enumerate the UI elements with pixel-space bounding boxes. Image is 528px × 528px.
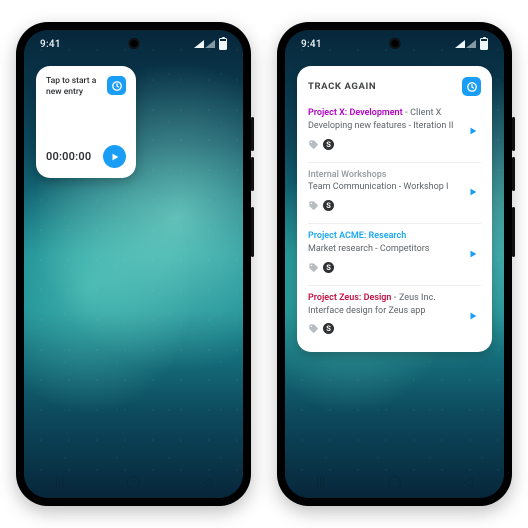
timer-value: 00:00:00 (46, 150, 91, 163)
entry-play-button[interactable] (465, 246, 481, 262)
stage: 9:41 Tap to start a new entry (0, 0, 528, 528)
entry-project: Internal Workshops (308, 170, 386, 180)
status-right (455, 38, 488, 50)
entry-description: Interface design for Zeus app (308, 306, 459, 317)
tag-icon (308, 319, 319, 338)
new-entry-prompt: Tap to start a new entry (46, 76, 107, 97)
app-logo-icon (462, 77, 481, 96)
side-button (512, 157, 515, 191)
entry-badges: S (308, 319, 459, 338)
time-entry[interactable]: Project ACME: Research Market research - … (308, 223, 481, 285)
entry-play-button[interactable] (465, 308, 481, 324)
entry-play-button[interactable] (465, 184, 481, 200)
entry-project: Project Zeus: Design (308, 293, 391, 303)
entry-description: Team Communication - Workshop I (308, 182, 459, 193)
app-logo-icon (107, 76, 126, 95)
screen: 9:41 Tap to start a new entry (24, 30, 243, 498)
tag-icon (308, 196, 319, 215)
nav-recents-icon[interactable]: ||| (316, 475, 326, 490)
signal-secondary-icon (466, 40, 476, 48)
entry-list: Project X: Development - Client X Develop… (308, 104, 481, 346)
entry-description: Market research - Competitors (308, 244, 459, 255)
entry-project: Project ACME: Research (308, 231, 406, 241)
track-again-widget: TRACK AGAIN Project X: Development - Cli… (297, 66, 492, 352)
nav-back-icon[interactable]: ◁ (202, 475, 212, 490)
entry-badges: S (308, 196, 459, 215)
entry-badges: S (308, 135, 459, 154)
signal-icon (194, 40, 204, 48)
time-entry[interactable]: Project X: Development - Client X Develop… (308, 104, 481, 162)
tag-icon (308, 135, 319, 154)
entry-client: - Client X (403, 108, 442, 118)
billable-icon: S (323, 139, 334, 150)
front-camera (389, 38, 400, 49)
nav-recents-icon[interactable]: ||| (55, 475, 65, 490)
battery-icon (480, 38, 488, 50)
android-nav-bar: ||| ◯ ◁ (285, 473, 504, 491)
signal-icon (455, 40, 465, 48)
billable-icon: S (323, 200, 334, 211)
time-entry[interactable]: Project Zeus: Design - Zeus Inc. Interfac… (308, 285, 481, 347)
tag-icon (308, 258, 319, 277)
card-title: TRACK AGAIN (308, 81, 376, 92)
side-button (512, 207, 515, 257)
start-timer-button[interactable] (103, 145, 126, 168)
entry-play-button[interactable] (465, 123, 481, 139)
phone-left: 9:41 Tap to start a new entry (16, 22, 251, 506)
billable-icon: S (323, 262, 334, 273)
nav-home-icon[interactable]: ◯ (387, 475, 402, 490)
phone-right: 9:41 TRACK AGAIN (277, 22, 512, 506)
side-button (251, 117, 254, 151)
new-entry-widget[interactable]: Tap to start a new entry 00:00:00 (36, 66, 136, 178)
battery-icon (219, 38, 227, 50)
entry-badges: S (308, 258, 459, 277)
signal-secondary-icon (205, 40, 215, 48)
nav-home-icon[interactable]: ◯ (126, 475, 141, 490)
status-time: 9:41 (40, 39, 61, 50)
entry-client: - Zeus Inc. (391, 293, 435, 303)
side-button (512, 117, 515, 151)
billable-icon: S (323, 323, 334, 334)
time-entry[interactable]: Internal Workshops Team Communication - W… (308, 162, 481, 224)
status-right (194, 38, 227, 50)
screen: 9:41 TRACK AGAIN (285, 30, 504, 498)
status-time: 9:41 (301, 39, 322, 50)
side-button (251, 157, 254, 191)
android-nav-bar: ||| ◯ ◁ (24, 473, 243, 491)
front-camera (128, 38, 139, 49)
side-button (251, 207, 254, 257)
entry-description: Developing new features - Iteration II (308, 121, 459, 132)
entry-project: Project X: Development (308, 108, 403, 118)
nav-back-icon[interactable]: ◁ (463, 475, 473, 490)
